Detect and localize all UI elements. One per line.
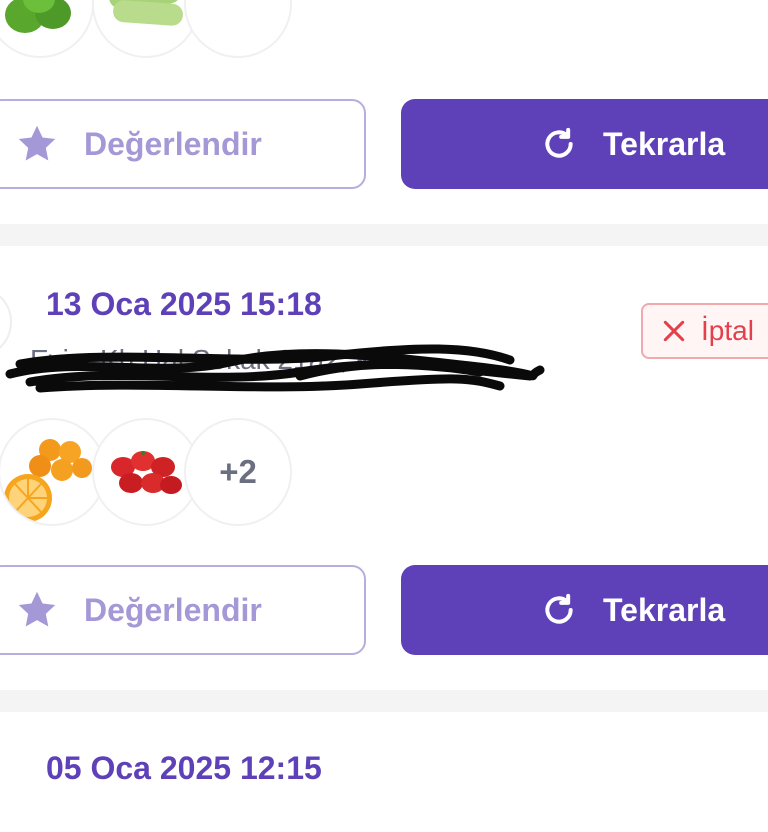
order-card: +3 Değerlendir Tekrarla [0, 0, 768, 224]
more-count: +2 [219, 453, 257, 490]
repeat-button[interactable]: Tekrarla [401, 565, 768, 655]
more-count: +3 [219, 0, 257, 5]
rate-button[interactable]: Değerlendir [0, 565, 366, 655]
order-date: 13 Oca 2025 15:18 [46, 286, 322, 322]
pepper-image [5, 0, 71, 33]
more-products[interactable]: +2 [184, 418, 292, 526]
repeat-label: Tekrarla [603, 125, 726, 162]
cancel-button[interactable]: İptal [641, 303, 768, 359]
rate-label: Değerlendir [84, 125, 262, 162]
repeat-button[interactable]: Tekrarla [401, 99, 768, 189]
refresh-icon [545, 593, 573, 624]
more-products[interactable]: +3 [184, 0, 292, 58]
orange-image [4, 439, 92, 522]
product-thumb-orange [0, 418, 106, 526]
rate-button[interactable]: Değerlendir [0, 99, 366, 189]
close-icon [663, 320, 685, 342]
star-icon [18, 591, 56, 627]
order-card: 05 Oca 2025 12:15 [0, 712, 768, 832]
star-icon [18, 125, 56, 161]
redaction-scribble [5, 344, 545, 393]
repeat-label: Tekrarla [603, 591, 726, 628]
refresh-icon [545, 127, 573, 158]
order-card: 13 Oca 2025 15:18 Evi... Kh Hal Sokak 21… [0, 246, 768, 690]
rate-label: Değerlendir [84, 591, 262, 628]
zucchini-image [109, 0, 183, 26]
order-date: 05 Oca 2025 12:15 [46, 750, 322, 786]
tomato-image [111, 451, 182, 494]
product-thumb-pepper [0, 0, 94, 58]
cancel-label: İptal [701, 315, 754, 346]
